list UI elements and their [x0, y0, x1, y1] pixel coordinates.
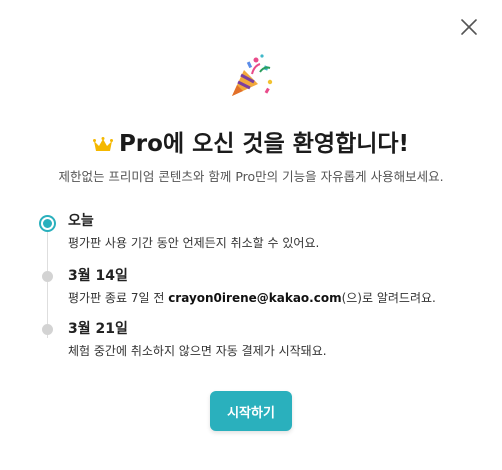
timeline-dot: [42, 271, 53, 282]
timeline-dot: [42, 324, 53, 335]
close-button[interactable]: [456, 14, 482, 40]
crown-icon: [92, 133, 113, 159]
timeline-description: 평가판 사용 기간 동안 언제든지 취소할 수 있어요.: [68, 236, 320, 250]
start-button[interactable]: 시작하기: [210, 391, 292, 431]
timeline-title: 3월 14일: [68, 268, 128, 284]
description-suffix: (으)로 알려드려요.: [341, 291, 436, 305]
timeline-dot-active: [41, 217, 54, 230]
title-text: Pro에 오신 것을 환영합니다!: [118, 131, 410, 157]
timeline-description: 평가판 종료 7일 전 crayon0irene@kakao.com(으)로 알…: [68, 289, 436, 306]
timeline-title: 3월 21일: [68, 321, 128, 337]
party-popper-icon: [226, 52, 276, 102]
close-icon: [461, 19, 477, 35]
dialog-subtitle: 제한없는 프리미엄 콘텐츠와 함께 Pro만의 기능을 자유롭게 사용해보세요.: [58, 169, 444, 184]
welcome-pro-dialog: Pro에 오신 것을 환영합니다! 제한없는 프리미엄 콘텐츠와 함께 Pro만…: [0, 0, 502, 470]
description-prefix: 평가판 종료 7일 전: [68, 291, 169, 305]
timeline-description: 체험 중간에 취소하지 않으면 자동 결제가 시작돼요.: [68, 344, 327, 358]
user-email: crayon0irene@kakao.com: [168, 291, 342, 305]
dialog-title: Pro에 오신 것을 환영합니다!: [0, 124, 502, 159]
timeline-title: 오늘: [68, 213, 94, 229]
timeline-line: [47, 226, 48, 338]
